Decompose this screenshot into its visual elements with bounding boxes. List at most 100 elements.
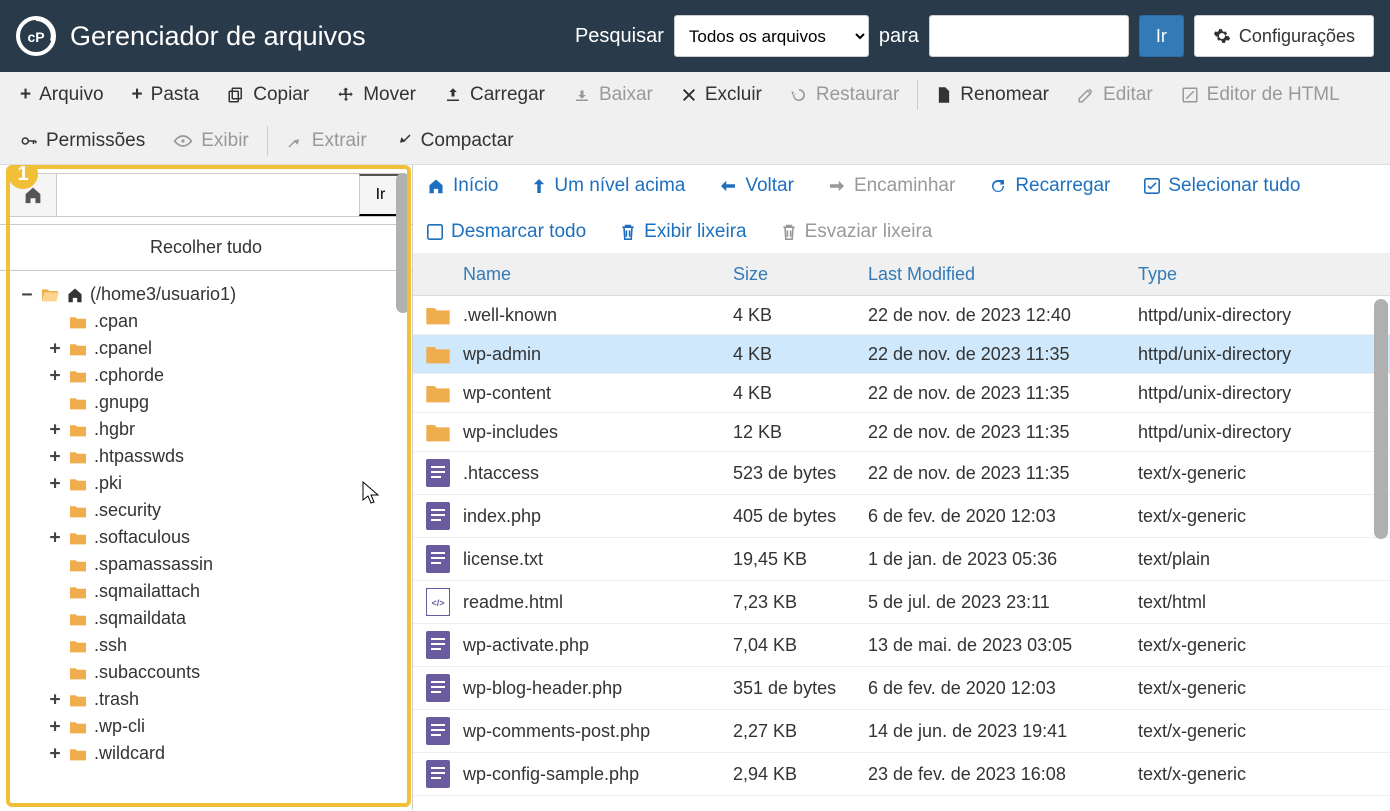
html-editor-button[interactable]: Editor de HTML [1167, 72, 1354, 118]
table-row[interactable]: wp-admin4 KB22 de nov. de 2023 11:35http… [413, 335, 1390, 374]
compress-icon [395, 132, 413, 150]
column-size[interactable]: Size [733, 264, 868, 285]
tree-item[interactable]: .spamassassin [48, 551, 412, 578]
tree-item-label: .trash [94, 689, 139, 710]
empty-trash-link[interactable]: Esvaziar lixeira [781, 221, 933, 243]
collapse-toggle[interactable]: − [20, 284, 34, 305]
tree-item[interactable]: .sqmaildata [48, 605, 412, 632]
scrollbar-thumb[interactable] [1374, 299, 1388, 539]
tree-item[interactable]: +.cpanel [48, 335, 412, 362]
folder-icon [68, 422, 88, 438]
expand-toggle[interactable]: + [48, 743, 62, 764]
table-row[interactable]: index.php405 de bytes6 de fev. de 2020 1… [413, 495, 1390, 538]
column-name[interactable]: Name [463, 264, 733, 285]
plus-icon: + [132, 84, 143, 106]
tree-item[interactable]: .sqmailattach [48, 578, 412, 605]
file-icon [426, 631, 450, 659]
settings-button[interactable]: Configurações [1194, 15, 1374, 57]
path-bar: Ir [8, 173, 404, 217]
download-button[interactable]: Baixar [559, 72, 667, 118]
file-name: .htaccess [463, 463, 733, 484]
tree-item[interactable]: +.wildcard [48, 740, 412, 767]
tree-item[interactable]: +.wp-cli [48, 713, 412, 740]
copy-button[interactable]: Copiar [213, 72, 323, 118]
tree-item[interactable]: +.cphorde [48, 362, 412, 389]
file-modified: 6 de fev. de 2020 12:03 [868, 506, 1138, 527]
tree-root[interactable]: − (/home3/usuario1) [20, 281, 412, 308]
expand-toggle[interactable]: + [48, 527, 62, 548]
folder-icon [68, 746, 88, 762]
expand-toggle[interactable]: + [48, 338, 62, 359]
select-all-link[interactable]: Selecionar tudo [1144, 175, 1300, 197]
file-modified: 5 de jul. de 2023 23:11 [868, 592, 1138, 613]
table-header: Name Size Last Modified Type [413, 254, 1390, 296]
compress-button[interactable]: Compactar [381, 118, 528, 164]
reload-link[interactable]: Recarregar [989, 175, 1110, 197]
edit-button[interactable]: Editar [1063, 72, 1167, 118]
delete-button[interactable]: Excluir [667, 72, 776, 118]
table-row[interactable]: wp-activate.php7,04 KB13 de mai. de 2023… [413, 624, 1390, 667]
new-folder-button[interactable]: +Pasta [118, 72, 214, 118]
extract-button[interactable]: Extrair [272, 118, 381, 164]
move-button[interactable]: Mover [323, 72, 430, 118]
upload-icon [444, 86, 462, 104]
unselect-all-link[interactable]: Desmarcar todo [427, 221, 586, 243]
column-modified[interactable]: Last Modified [868, 264, 1138, 285]
tree-item-label: .security [94, 500, 161, 521]
table-row[interactable]: .htaccess523 de bytes22 de nov. de 2023 … [413, 452, 1390, 495]
expand-toggle[interactable]: + [48, 419, 62, 440]
expand-toggle[interactable]: + [48, 473, 62, 494]
collapse-all-button[interactable]: Recolher tudo [0, 224, 412, 271]
file-scrollbar[interactable] [1372, 299, 1390, 810]
table-row[interactable]: .well-known4 KB22 de nov. de 2023 12:40h… [413, 296, 1390, 335]
table-row[interactable]: </>readme.html7,23 KB5 de jul. de 2023 2… [413, 581, 1390, 624]
table-row[interactable]: license.txt19,45 KB1 de jan. de 2023 05:… [413, 538, 1390, 581]
folder-icon [68, 719, 88, 735]
file-icon [426, 674, 450, 702]
folder-tree: − (/home3/usuario1) .cpan+.cpanel+.cphor… [0, 271, 412, 806]
home-icon [66, 287, 84, 303]
tree-scrollbar[interactable] [394, 173, 412, 458]
back-link[interactable]: Voltar [719, 175, 794, 197]
tree-item[interactable]: .security [48, 497, 412, 524]
permissions-button[interactable]: Permissões [6, 118, 159, 164]
restore-button[interactable]: Restaurar [776, 72, 913, 118]
tree-item[interactable]: .gnupg [48, 389, 412, 416]
up-level-link[interactable]: Um nível acima [532, 175, 685, 197]
scrollbar-thumb[interactable] [396, 173, 410, 313]
table-row[interactable]: wp-blog-header.php351 de bytes6 de fev. … [413, 667, 1390, 710]
table-row[interactable]: wp-comments-post.php2,27 KB14 de jun. de… [413, 710, 1390, 753]
folder-icon [68, 611, 88, 627]
home-link[interactable]: Início [427, 175, 498, 197]
search-scope-select[interactable]: Todos os arquivos [674, 15, 869, 57]
table-row[interactable]: wp-content4 KB22 de nov. de 2023 11:35ht… [413, 374, 1390, 413]
tree-item[interactable]: +.hgbr [48, 416, 412, 443]
table-row[interactable]: wp-includes12 KB22 de nov. de 2023 11:35… [413, 413, 1390, 452]
search-go-button[interactable]: Ir [1139, 15, 1184, 57]
search-input[interactable] [929, 15, 1129, 57]
new-file-button[interactable]: +Arquivo [6, 72, 118, 118]
folder-icon [68, 638, 88, 654]
expand-toggle[interactable]: + [48, 689, 62, 710]
tree-item[interactable]: +.htpasswds [48, 443, 412, 470]
forward-link[interactable]: Encaminhar [828, 175, 955, 197]
tree-item[interactable]: + .trash [48, 686, 412, 713]
upload-button[interactable]: Carregar [430, 72, 559, 118]
tree-item[interactable]: .subaccounts [48, 659, 412, 686]
tree-item[interactable]: +.pki [48, 470, 412, 497]
tree-item-label: .softaculous [94, 527, 190, 548]
path-input[interactable] [57, 174, 359, 216]
folder-icon [68, 557, 88, 573]
rename-button[interactable]: Renomear [922, 72, 1063, 118]
column-type[interactable]: Type [1138, 264, 1328, 285]
expand-toggle[interactable]: + [48, 446, 62, 467]
table-row[interactable]: wp-config-sample.php2,94 KB23 de fev. de… [413, 753, 1390, 796]
view-button[interactable]: Exibir [159, 118, 263, 164]
tree-item-label: .sqmaildata [94, 608, 186, 629]
tree-item[interactable]: .cpan [48, 308, 412, 335]
expand-toggle[interactable]: + [48, 365, 62, 386]
view-trash-link[interactable]: Exibir lixeira [620, 221, 746, 243]
tree-item[interactable]: + .softaculous [48, 524, 412, 551]
tree-item[interactable]: .ssh [48, 632, 412, 659]
expand-toggle[interactable]: + [48, 716, 62, 737]
